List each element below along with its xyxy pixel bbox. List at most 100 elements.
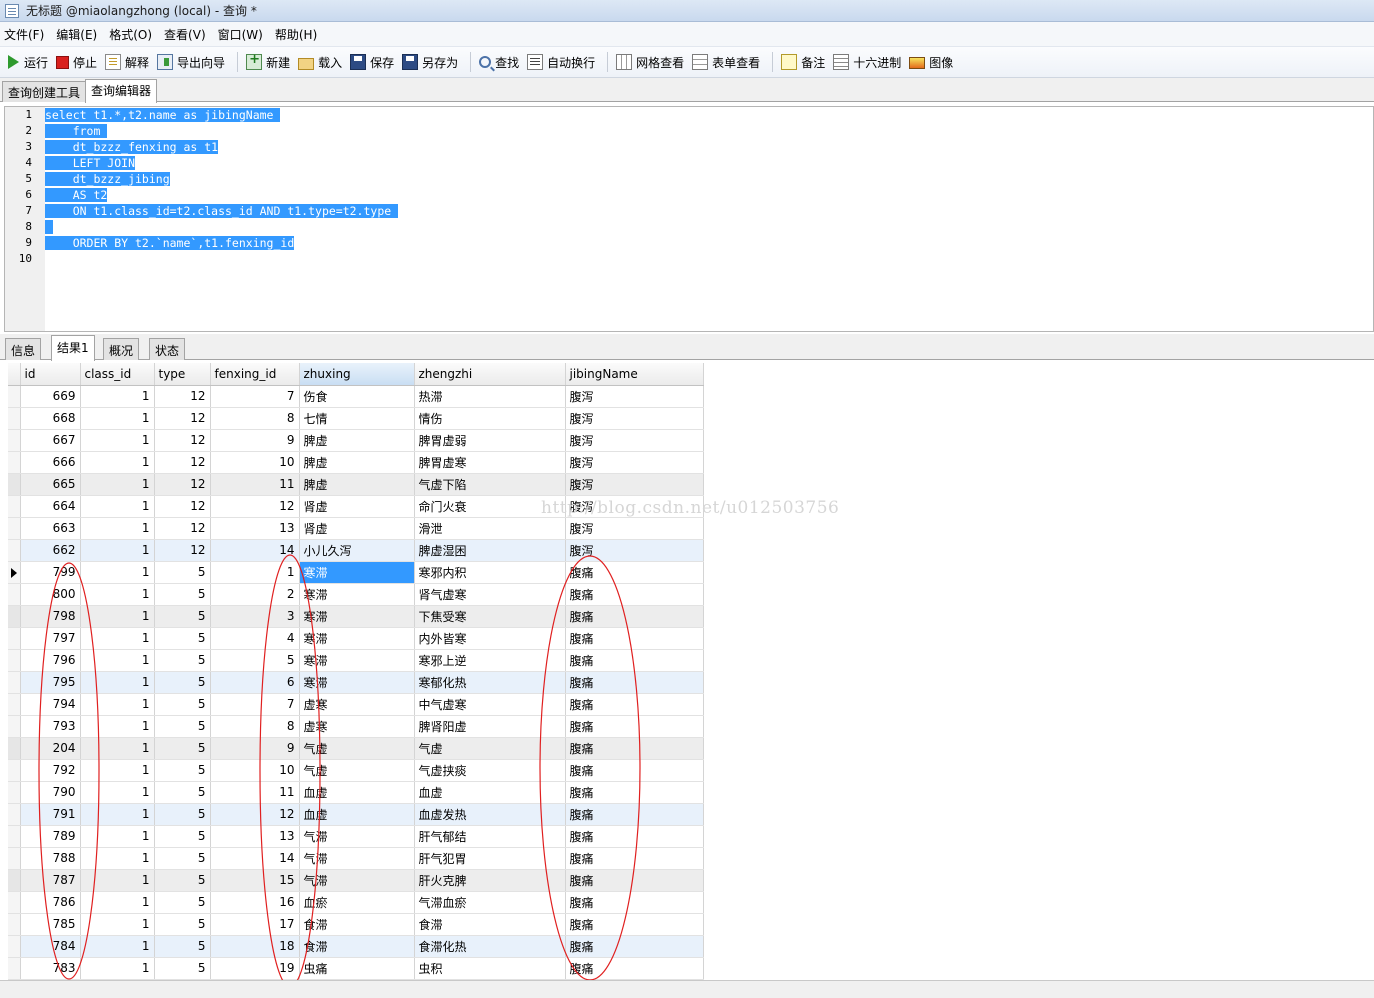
row-indicator[interactable] [8,495,21,518]
cell-fenxing-id[interactable]: 14 [210,847,300,870]
row-indicator[interactable] [8,539,21,562]
row-indicator[interactable] [8,913,21,936]
cell-zhuxing[interactable]: 寒滞 [299,583,415,606]
cell-type[interactable]: 12 [154,473,211,496]
cell-jibingname[interactable]: 腹泻 [565,407,704,430]
cell-zhengzhi[interactable]: 食滞 [414,913,566,936]
row-indicator[interactable] [8,517,21,540]
cell-zhengzhi[interactable]: 气虚下陷 [414,473,566,496]
row-indicator[interactable] [8,385,21,408]
cell-jibingname[interactable]: 腹痛 [565,737,704,760]
cell-jibingname[interactable]: 腹痛 [565,759,704,782]
column-header-zhuxing[interactable]: zhuxing [299,363,415,386]
cell-id[interactable]: 663 [20,517,81,540]
cell-zhuxing[interactable]: 肾虚 [299,495,415,518]
cell-fenxing-id[interactable]: 5 [210,649,300,672]
cell-id[interactable]: 798 [20,605,81,628]
tab-info[interactable]: 信息 [5,338,42,360]
table-row[interactable]: 662 1 12 14 小儿久泻 脾虚湿困 腹泻 [8,539,704,562]
row-indicator[interactable] [8,451,21,474]
cell-type[interactable]: 12 [154,517,211,540]
table-row[interactable]: 784 1 5 18 食滞 食滞化热 腹痛 [8,935,704,958]
result-grid[interactable]: id class_id type fenxing_id zhuxing zhengzhi j… [8,363,1374,980]
stop-button[interactable]: 停止 [54,49,101,75]
cell-jibingname[interactable]: 腹泻 [565,539,704,562]
cell-id[interactable]: 799 [20,561,81,584]
cell-zhengzhi[interactable]: 肝气犯胃 [414,847,566,870]
tab-result1[interactable]: 结果1 [51,335,95,361]
cell-jibingname[interactable]: 腹痛 [565,649,704,672]
hex-button[interactable]: 十六进制 [831,49,905,75]
tab-profile[interactable]: 概况 [103,338,140,360]
cell-zhuxing[interactable]: 寒滞 [299,561,415,584]
cell-class-id[interactable]: 1 [80,891,155,914]
cell-id[interactable]: 794 [20,693,81,716]
cell-fenxing-id[interactable]: 10 [210,759,300,782]
cell-class-id[interactable]: 1 [80,957,155,980]
cell-class-id[interactable]: 1 [80,781,155,804]
table-row[interactable]: 669 1 12 7 伤食 热滞 腹泻 [8,385,704,408]
cell-id[interactable]: 789 [20,825,81,848]
row-indicator[interactable] [8,649,21,672]
cell-class-id[interactable]: 1 [80,693,155,716]
table-row[interactable]: 787 1 5 15 气滞 肝火克脾 腹痛 [8,869,704,892]
cell-fenxing-id[interactable]: 17 [210,913,300,936]
cell-zhengzhi[interactable]: 虫积 [414,957,566,980]
cell-zhuxing[interactable]: 气滞 [299,825,415,848]
cell-zhuxing[interactable]: 食滞 [299,935,415,958]
cell-id[interactable]: 797 [20,627,81,650]
cell-zhengzhi[interactable]: 气虚 [414,737,566,760]
cell-fenxing-id[interactable]: 16 [210,891,300,914]
row-indicator[interactable] [8,803,21,826]
cell-fenxing-id[interactable]: 9 [210,737,300,760]
cell-zhuxing[interactable]: 气滞 [299,869,415,892]
cell-jibingname[interactable]: 腹泻 [565,429,704,452]
cell-fenxing-id[interactable]: 9 [210,429,300,452]
sql-code[interactable]: select t1.*,t2.name as jibingName from d… [45,107,399,267]
cell-class-id[interactable]: 1 [80,649,155,672]
table-row[interactable]: 797 1 5 4 寒滞 内外皆寒 腹痛 [8,627,704,650]
cell-zhuxing[interactable]: 寒滞 [299,627,415,650]
cell-type[interactable]: 5 [154,935,211,958]
cell-fenxing-id[interactable]: 1 [210,561,300,584]
row-indicator[interactable] [8,627,21,650]
row-indicator[interactable] [8,935,21,958]
table-row[interactable]: 788 1 5 14 气滞 肝气犯胃 腹痛 [8,847,704,870]
cell-class-id[interactable]: 1 [80,517,155,540]
row-indicator[interactable] [8,605,21,628]
cell-zhuxing[interactable]: 脾虚 [299,473,415,496]
cell-type[interactable]: 5 [154,693,211,716]
row-indicator[interactable] [8,957,21,980]
cell-jibingname[interactable]: 腹痛 [565,671,704,694]
row-indicator[interactable] [8,561,21,584]
cell-fenxing-id[interactable]: 13 [210,825,300,848]
table-row[interactable]: 789 1 5 13 气滞 肝气郁结 腹痛 [8,825,704,848]
cell-fenxing-id[interactable]: 12 [210,495,300,518]
save-button[interactable]: 保存 [348,49,398,75]
cell-id[interactable]: 667 [20,429,81,452]
tab-query-editor[interactable]: 查询编辑器 [85,79,158,103]
cell-class-id[interactable]: 1 [80,429,155,452]
cell-class-id[interactable]: 1 [80,495,155,518]
table-row[interactable]: 796 1 5 5 寒滞 寒邪上逆 腹痛 [8,649,704,672]
cell-class-id[interactable]: 1 [80,407,155,430]
table-row[interactable]: 800 1 5 2 寒滞 肾气虚寒 腹痛 [8,583,704,606]
cell-id[interactable]: 793 [20,715,81,738]
cell-type[interactable]: 5 [154,759,211,782]
cell-jibingname[interactable]: 腹痛 [565,935,704,958]
row-indicator[interactable] [8,825,21,848]
cell-zhengzhi[interactable]: 寒郁化热 [414,671,566,694]
cell-zhuxing[interactable]: 肾虚 [299,517,415,540]
cell-zhuxing[interactable]: 血虚 [299,781,415,804]
cell-class-id[interactable]: 1 [80,869,155,892]
tab-status[interactable]: 状态 [149,338,186,360]
cell-fenxing-id[interactable]: 3 [210,605,300,628]
table-row[interactable]: 785 1 5 17 食滞 食滞 腹痛 [8,913,704,936]
cell-zhuxing[interactable]: 血虚 [299,803,415,826]
row-indicator[interactable] [8,759,21,782]
cell-zhengzhi[interactable]: 滑泄 [414,517,566,540]
table-row[interactable]: 798 1 5 3 寒滞 下焦受寒 腹痛 [8,605,704,628]
cell-zhengzhi[interactable]: 下焦受寒 [414,605,566,628]
row-indicator[interactable] [8,429,21,452]
cell-zhuxing[interactable]: 气虚 [299,759,415,782]
